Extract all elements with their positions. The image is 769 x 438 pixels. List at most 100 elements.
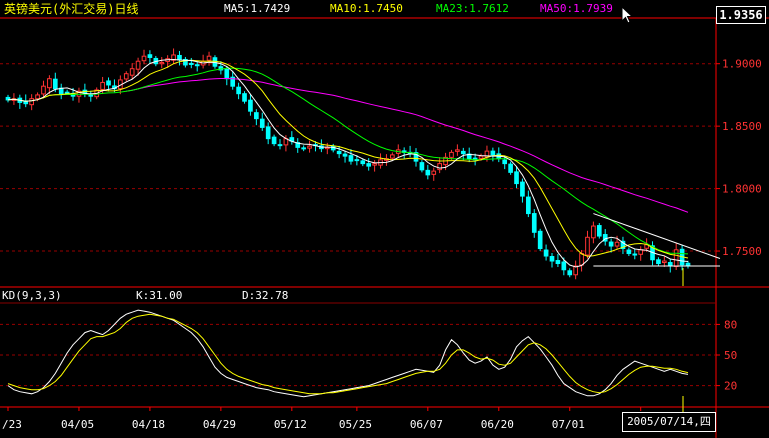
candle-body <box>35 94 40 100</box>
candle-body <box>254 112 259 120</box>
candle-body <box>259 118 265 128</box>
candle-body <box>29 98 34 106</box>
ma23-line <box>7 67 689 255</box>
candle-body <box>449 151 454 158</box>
candle-body <box>460 150 466 155</box>
candle-body <box>585 236 590 256</box>
candle-body <box>673 249 679 268</box>
time-tick-label: 04/29 <box>203 418 236 431</box>
kd-tick-label: 20 <box>724 380 737 393</box>
candle-body <box>147 54 153 58</box>
candle-body <box>47 78 52 89</box>
candle-body <box>301 147 306 150</box>
candle-body <box>271 136 277 145</box>
candle-body <box>502 159 508 165</box>
candle-body <box>431 170 437 175</box>
candles <box>5 48 691 280</box>
candle-body <box>632 253 638 256</box>
last-price-box: 1.9356 <box>716 6 766 24</box>
candle-body <box>41 85 46 95</box>
candle-body <box>667 262 673 267</box>
candle-body <box>591 225 596 239</box>
ma50-legend: MA50:1.7939 <box>540 2 613 15</box>
mouse-pointer-icon <box>621 6 634 24</box>
forex-chart[interactable]: 1.9000 1.8500 1.8000 1.7500 80 50 20/23 04/05 04… <box>0 0 769 438</box>
ma10-line <box>7 59 689 259</box>
ma23-legend: MA23:1.7612 <box>436 2 509 15</box>
candle-body <box>194 64 200 67</box>
candle-body <box>531 213 537 233</box>
candle-body <box>390 154 395 159</box>
resistance-trendline <box>593 213 721 259</box>
candle-body <box>52 78 58 90</box>
candle-body <box>307 145 312 149</box>
candle-body <box>360 160 366 165</box>
candle-body <box>348 155 354 162</box>
candle-body <box>336 150 342 155</box>
time-tick-label: /23 <box>2 418 22 431</box>
price-tick-label: 1.8000 <box>722 183 762 196</box>
price-tick-label: 1.8500 <box>722 120 762 133</box>
ma50-line <box>126 78 689 213</box>
time-tick-label: 06/20 <box>481 418 514 431</box>
candle-body <box>177 54 182 61</box>
price-tick-label: 1.9000 <box>722 58 762 71</box>
candle-body <box>638 249 644 255</box>
kd-k-line <box>7 309 689 398</box>
candle-body <box>490 150 496 156</box>
candle-body <box>478 155 484 159</box>
candle-body <box>437 163 442 171</box>
candle-body <box>206 55 212 61</box>
candle-body <box>555 260 561 265</box>
candle-body <box>596 225 602 237</box>
candle-body <box>224 68 230 80</box>
time-tick-label: 05/12 <box>274 418 307 431</box>
candle-body <box>100 81 105 90</box>
candle-body <box>543 249 549 257</box>
candle-body <box>366 163 372 167</box>
candle-body <box>88 94 94 97</box>
candle-body <box>455 149 460 152</box>
candle-body <box>236 86 241 95</box>
chart-title: 英镑美元(外汇交易)日线 <box>4 2 139 16</box>
candle-body <box>372 163 377 166</box>
candle-body <box>425 169 431 176</box>
kd-d-line <box>7 313 689 395</box>
kd-k-value: K:31.00 <box>136 289 183 302</box>
cursor-date-box: 2005/07/14,四 <box>622 412 716 432</box>
candle-body <box>159 61 165 65</box>
candle-body <box>242 93 247 102</box>
kd-d-value: D:32.78 <box>242 289 289 302</box>
candle-body <box>526 196 531 215</box>
candle-body <box>608 241 614 247</box>
candle-body <box>561 261 567 271</box>
candle-body <box>419 162 425 171</box>
candle-body <box>508 163 513 173</box>
ma5-legend: MA5:1.7429 <box>224 2 291 15</box>
candle-body <box>354 159 360 162</box>
candle-body <box>549 256 555 262</box>
candle-body <box>135 60 141 70</box>
candle-body <box>514 171 519 185</box>
candle-body <box>248 99 253 112</box>
time-tick-label: 05/25 <box>339 418 372 431</box>
kd-indicator-name: KD(9,3,3) <box>2 289 62 302</box>
kd-tick-label: 50 <box>724 349 737 362</box>
candle-body <box>342 153 348 157</box>
candle-body <box>567 270 573 276</box>
kd-tick-label: 80 <box>724 318 737 331</box>
time-tick-label: 06/07 <box>410 418 443 431</box>
time-tick-label: 04/18 <box>132 418 165 431</box>
price-tick-label: 1.7500 <box>722 245 762 258</box>
candle-body <box>129 68 135 76</box>
time-tick-label: 04/05 <box>61 418 94 431</box>
candle-body <box>277 144 283 147</box>
candle-body <box>626 249 632 255</box>
candle-body <box>520 181 525 197</box>
candle-body <box>106 80 111 86</box>
candle-body <box>614 241 620 247</box>
candle-body <box>579 253 584 266</box>
candle-body <box>123 73 129 80</box>
time-tick-label: 07/01 <box>552 418 585 431</box>
candle-body <box>265 126 271 140</box>
